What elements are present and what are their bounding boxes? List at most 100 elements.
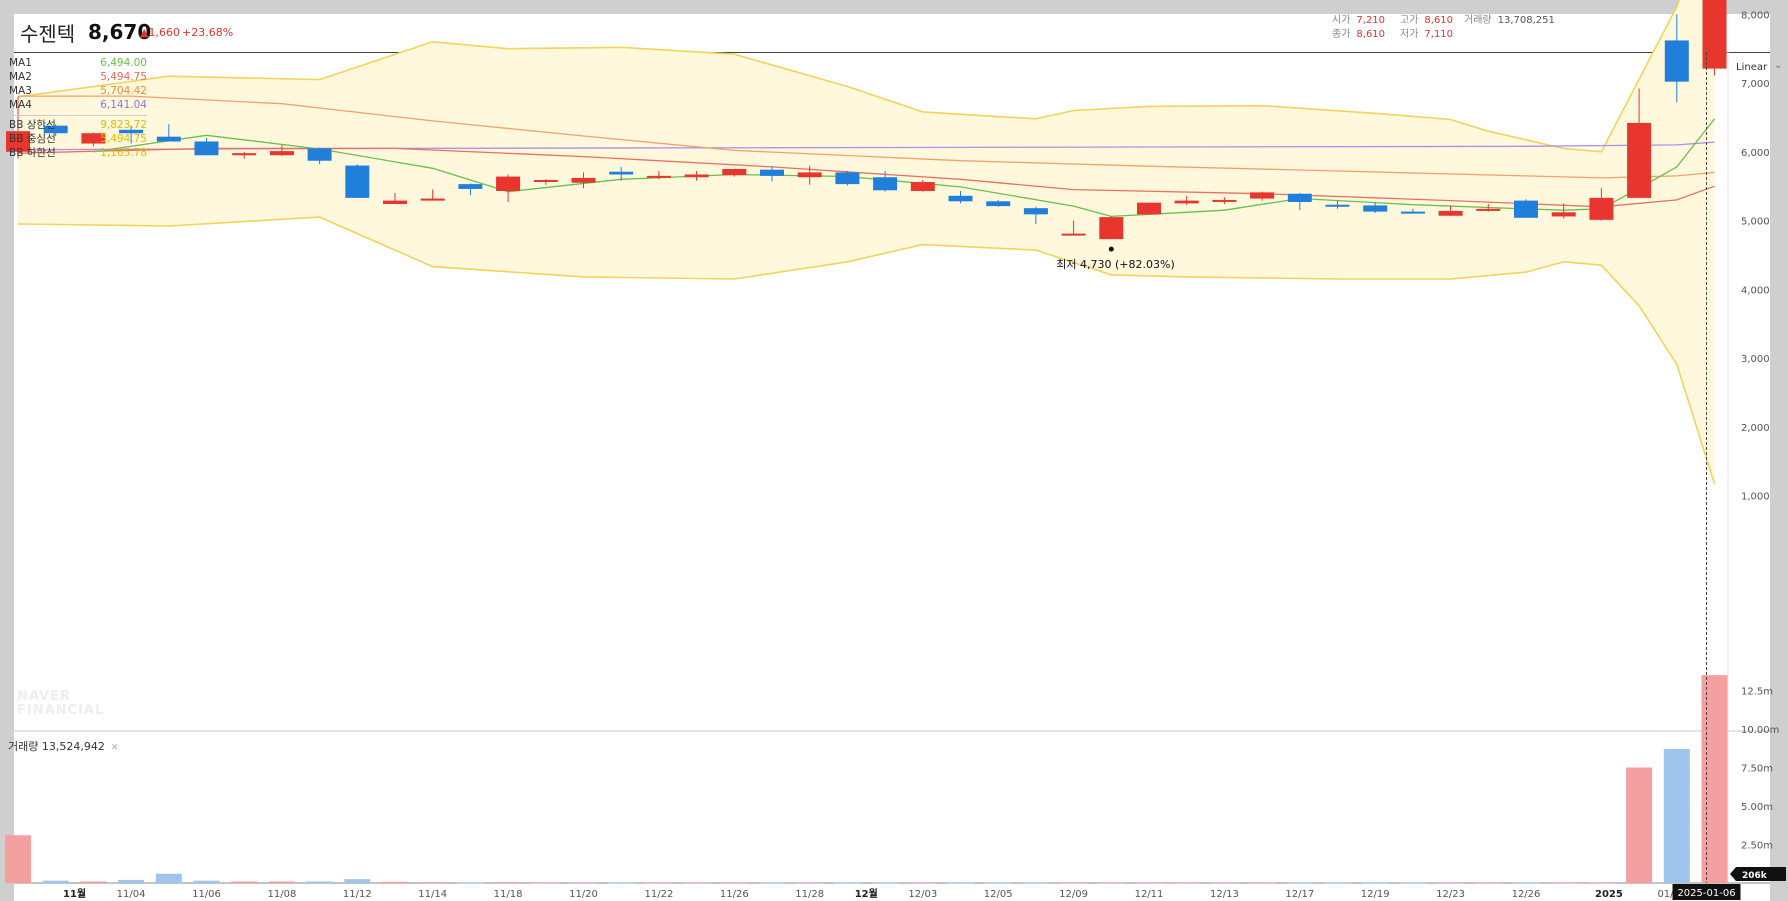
candle-body — [1174, 200, 1199, 204]
volume-bar — [796, 882, 823, 884]
indicator-legend: MA1 6,494.00 MA2 5,494.75 MA3 5,704.42 MA4 6… — [9, 56, 147, 160]
volume-bar — [495, 882, 522, 884]
legend-ma1-value: 6,494.00 — [100, 57, 147, 69]
volume-bar — [268, 881, 295, 883]
volume-bar — [947, 882, 974, 884]
candle-body — [1664, 40, 1689, 82]
legend-ma3-value: 5,704.42 — [100, 85, 147, 97]
candle-body — [232, 153, 257, 156]
volume-bar — [5, 835, 31, 883]
volume-bar — [382, 881, 408, 883]
volume-bar — [1588, 882, 1615, 884]
watermark: NAVER FINANCIAL — [17, 690, 104, 718]
volume-tag-label: 206k — [1742, 871, 1768, 881]
volume-tick-label: 5.00m — [1741, 802, 1773, 813]
volume-bar — [532, 882, 559, 884]
legend-ma2: MA2 5,494.75 — [9, 70, 147, 84]
y-tick-label: 6,000 — [1741, 148, 1770, 159]
volume-bar — [118, 879, 145, 883]
candle-body — [835, 172, 860, 185]
candle-body — [1551, 212, 1576, 217]
volume-bar — [1249, 882, 1276, 884]
x-tick-label: 12월 — [855, 888, 878, 900]
candle-body — [420, 198, 445, 201]
watermark-line-1: NAVER — [17, 689, 72, 704]
price-chart[interactable]: 10,0009,0008,0007,0006,0005,0004,0003,00… — [0, 0, 1788, 901]
y-tick-label: 7,000 — [1741, 79, 1770, 90]
volume-bar — [759, 882, 785, 884]
close-icon[interactable]: ✕ — [111, 743, 119, 753]
candle-body — [797, 172, 822, 178]
volume-bar — [1475, 882, 1502, 884]
volume-bar — [1022, 882, 1049, 884]
candle-body — [1363, 205, 1388, 212]
candle-body — [1099, 217, 1124, 240]
candle-body — [986, 201, 1011, 207]
legend-bb-mid-name: BB 중심선 — [9, 133, 56, 145]
volume-bar — [42, 880, 69, 883]
volume-bar — [1362, 882, 1389, 884]
chevron-down-icon[interactable]: ⌄ — [1774, 60, 1782, 71]
candle-body — [1514, 200, 1538, 218]
x-tick-label: 12/11 — [1135, 889, 1164, 900]
volume-bar — [193, 880, 220, 883]
y-tick-label: 4,000 — [1741, 285, 1770, 296]
volume-bar — [1550, 882, 1577, 884]
candle-body — [458, 184, 483, 189]
legend-bb-mid-value: 5,494.75 — [100, 133, 147, 145]
volume-bar — [834, 882, 861, 884]
legend-ma2-name: MA2 — [9, 71, 32, 83]
x-tick-label: 11/18 — [494, 889, 523, 900]
candle-body — [533, 179, 558, 182]
x-tick-label: 11/08 — [267, 889, 296, 900]
y-tick-label: 5,000 — [1741, 217, 1770, 228]
legend-ma1-name: MA1 — [9, 57, 32, 69]
bollinger-band-area — [18, 0, 1715, 484]
volume-bar — [985, 882, 1012, 884]
volume-bar — [1399, 882, 1426, 884]
candle-body — [1287, 193, 1312, 202]
x-tick-label: 01/ — [1657, 889, 1674, 900]
candle-body — [1400, 211, 1425, 214]
volume-bar — [872, 882, 899, 884]
scale-mode-button[interactable]: Linear — [1736, 62, 1767, 73]
volume-bar — [155, 873, 182, 883]
legend-bb-lower-value: 1,165.78 — [100, 147, 147, 159]
x-tick-label: 12/05 — [984, 889, 1013, 900]
x-tick-label: 11/26 — [720, 889, 749, 900]
candle-body — [1627, 122, 1652, 198]
date-tag-label: 2025-01-06 — [1677, 888, 1735, 899]
candle-body — [910, 182, 935, 191]
legend-bb-upper-name: BB 상한선 — [9, 119, 56, 131]
legend-bb-upper-value: 9,823.72 — [100, 119, 147, 131]
volume-bar — [1098, 882, 1125, 884]
volume-tick-label: 7.50m — [1741, 764, 1773, 775]
x-tick-label: 12/13 — [1210, 889, 1239, 900]
low-marker — [1108, 246, 1114, 252]
volume-bar — [1286, 882, 1313, 884]
candle-body — [1438, 210, 1463, 216]
candle-body — [1325, 204, 1350, 207]
candle-body — [571, 177, 596, 183]
volume-bar — [1437, 882, 1464, 884]
volume-bar — [1701, 675, 1728, 883]
volume-bar — [231, 881, 258, 883]
x-tick-label: 11/14 — [418, 889, 447, 900]
legend-ma4: MA4 6,141.04 — [9, 98, 147, 112]
candle-body — [1250, 192, 1275, 199]
volume-bar — [1136, 882, 1162, 884]
candle-body — [307, 148, 332, 161]
legend-bb-lower-name: BB 하한선 — [9, 147, 56, 159]
y-tick-label: 1,000 — [1741, 492, 1770, 503]
legend-bb-upper: BB 상한선 9,823.72 — [9, 118, 147, 132]
candle-body — [609, 171, 634, 175]
x-tick-label: 12/03 — [908, 889, 937, 900]
volume-bar — [457, 882, 484, 884]
candle-body — [1212, 199, 1237, 202]
x-tick-label: 2025 — [1595, 889, 1623, 900]
candle-body — [684, 174, 709, 178]
x-tick-label: 11/28 — [795, 889, 824, 900]
volume-bar — [570, 882, 597, 884]
volume-bar — [1513, 882, 1539, 884]
candle-body — [948, 195, 973, 202]
